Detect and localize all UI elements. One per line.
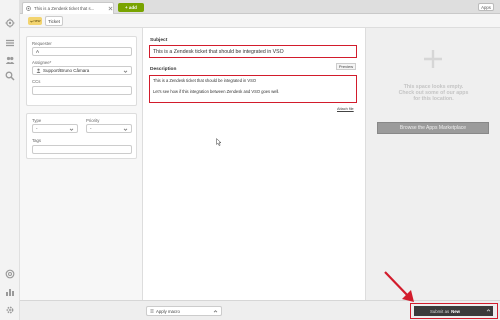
ccs-field[interactable] [32,86,132,95]
apps-button[interactable]: Apps [478,3,494,11]
chevron-up-icon [213,310,218,313]
chevron-down-icon [69,128,74,131]
requester-value: A [36,49,40,54]
breadcrumb-ticket[interactable]: Ticket [45,16,63,26]
requester-field[interactable]: A [32,47,132,56]
people-card: Requester A Assignee* Support/Bruno Câma… [26,36,137,106]
settings-gear-icon[interactable] [5,305,15,315]
mouse-cursor-icon [216,138,222,146]
subject-input[interactable]: This is a Zendesk ticket that should be … [149,45,357,58]
subject-value: This is a Zendesk ticket that should be … [153,48,284,55]
tags-field[interactable] [32,145,132,154]
submit-status: New [451,308,460,314]
zendesk-support-icon[interactable] [5,269,15,279]
annotation-arrow-icon [384,271,414,302]
type-label: Type [32,118,42,123]
priority-label: Priority [86,118,100,123]
customers-icon[interactable] [5,55,15,65]
chevron-down-icon [123,70,128,73]
tab-title: This is a Zendesk ticket that s... [34,6,95,11]
requester-label: Requester [32,41,52,46]
assignee-label: Assignee* [32,60,52,65]
chevron-up-icon[interactable] [486,308,491,313]
submit-as-new-button[interactable]: Submit as New [414,306,493,316]
ticket-editor: Subject This is a Zendesk ticket that sh… [143,28,365,300]
views-icon[interactable] [5,38,15,48]
empty-apps-line-3: for this location. [413,96,454,102]
apps-sidebar: This space looks empty. Check out some o… [365,28,500,300]
ticket-properties-panel: Requester A Assignee* Support/Bruno Câma… [20,28,143,300]
reporting-icon[interactable] [5,287,15,297]
preview-button[interactable]: Preview [336,63,356,70]
tab-close-icon[interactable] [108,6,113,11]
priority-select[interactable]: - [86,124,132,133]
type-value: - [36,126,38,131]
bottom-action-bar: Apply macro Submit as New [20,300,500,320]
browse-apps-marketplace-button[interactable]: Browse the Apps Marketplace [377,122,489,134]
priority-value: - [90,126,92,131]
left-nav [0,0,20,320]
assignee-value: Support/Bruno Câmara [43,68,90,73]
description-textarea[interactable]: This is a Zendesk ticket that should be … [149,75,357,103]
tags-label: Tags [32,138,42,143]
type-select[interactable]: - [32,124,78,133]
subject-label: Subject [150,38,168,43]
breadcrumb-bar: new Ticket [20,14,500,28]
description-line-2: Let's see how if this integration betwee… [153,88,280,94]
submit-prefix: Submit as [430,308,450,314]
person-icon [36,68,41,73]
assignee-select[interactable]: Support/Bruno Câmara [32,66,132,75]
tab-ticket-icon [26,6,31,11]
zendesk-logo-icon[interactable] [5,18,15,28]
description-label: Description [150,67,177,72]
attach-file-link[interactable]: Attach file [337,107,354,111]
submit-highlight: Submit as New [410,303,498,319]
search-icon[interactable] [5,71,15,81]
add-button[interactable]: + add [118,3,144,12]
top-tab-bar: This is a Zendesk ticket that s... + add… [20,0,500,14]
chevron-down-icon [123,128,128,131]
status-badge-label: new [33,19,41,23]
ccs-label: CCs [32,79,41,84]
status-badge[interactable]: new [28,17,42,25]
ticket-fields-card: Type - Priority - Tags [26,113,137,159]
macro-list-icon [150,309,154,313]
plus-icon [424,50,442,68]
ticket-tab[interactable]: This is a Zendesk ticket that s... [22,2,114,14]
chevron-down-icon [29,20,33,22]
apply-macro-label: Apply macro [156,308,180,314]
apply-macro-select[interactable]: Apply macro [146,306,222,316]
empty-apps-message: This space looks empty. Check out some o… [378,84,489,102]
